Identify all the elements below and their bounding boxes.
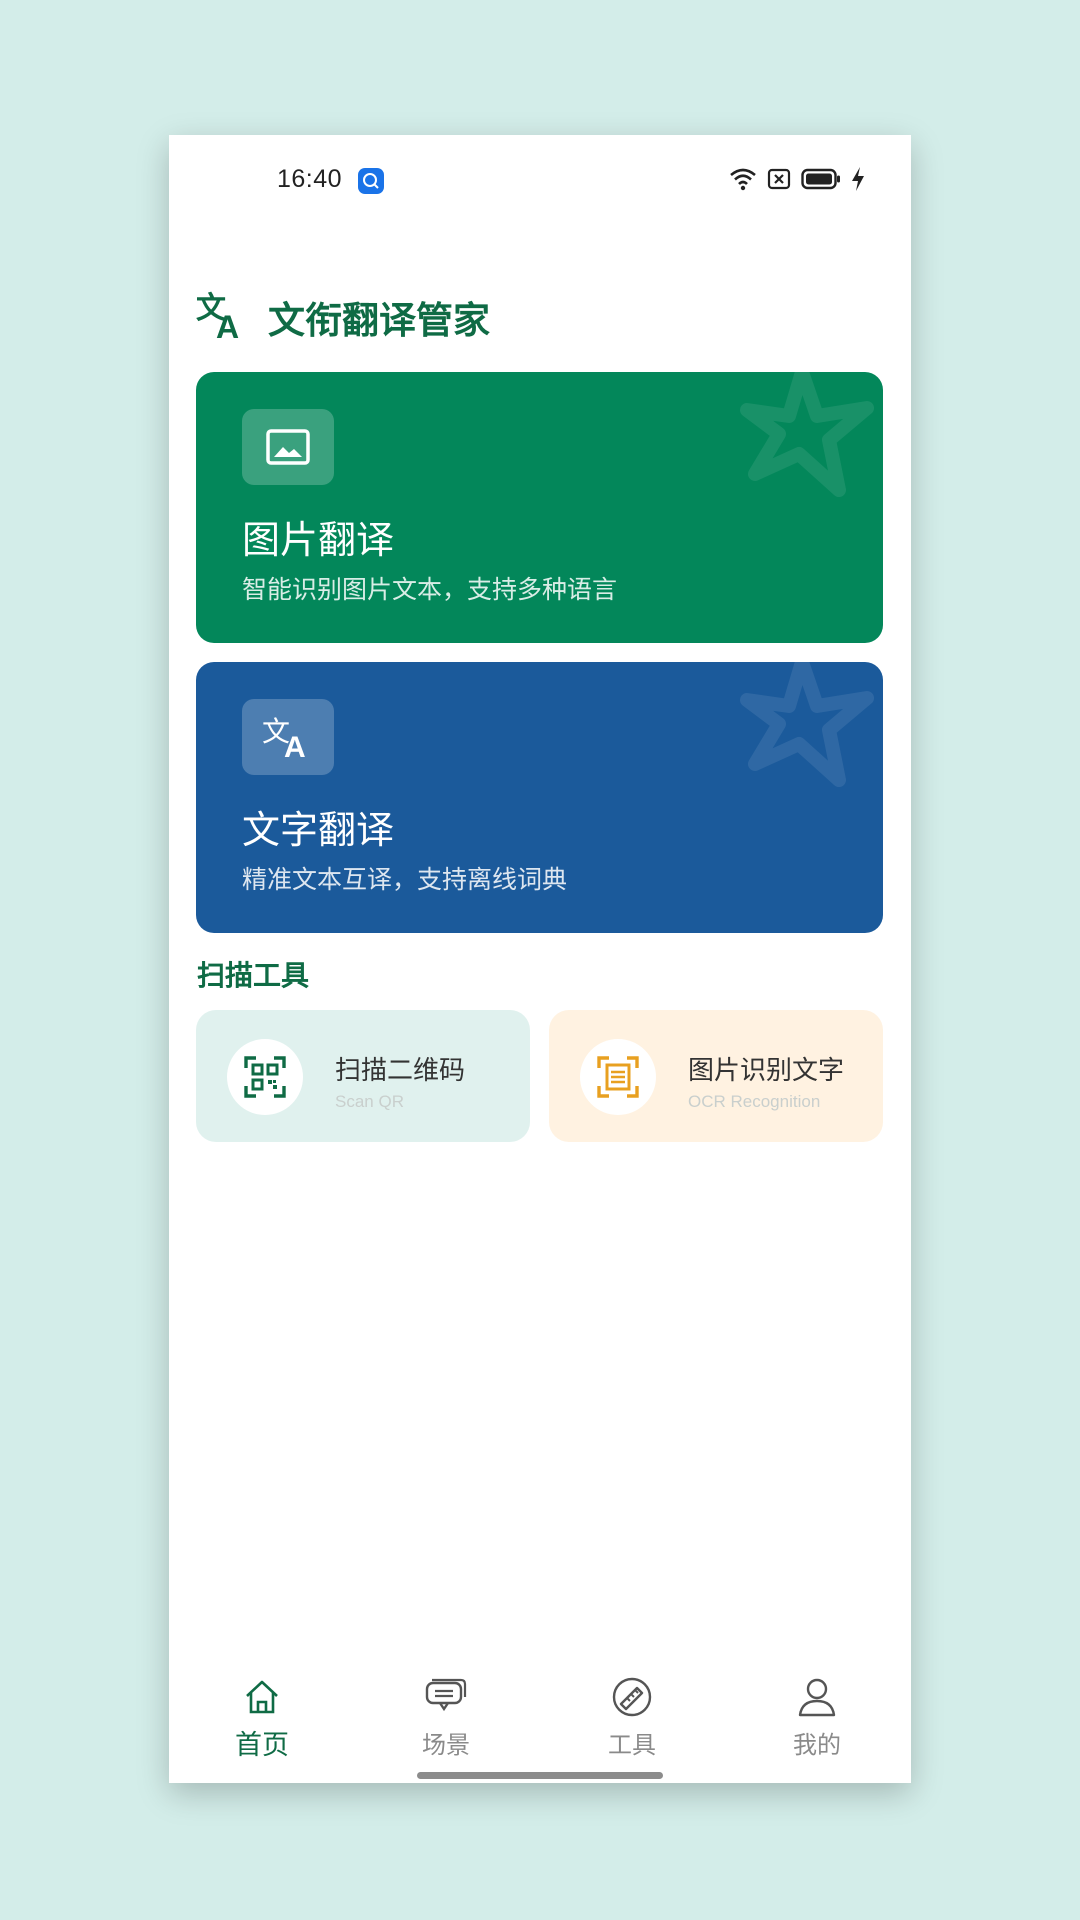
nav-item-scenes[interactable]: 场景 <box>386 1675 506 1765</box>
nav-item-mine[interactable]: 我的 <box>757 1675 877 1765</box>
nav-label: 我的 <box>793 1731 841 1759</box>
svg-text:A: A <box>216 309 239 340</box>
nav-label: 工具 <box>608 1731 656 1759</box>
scan-qr-tool[interactable]: 扫描二维码 Scan QR <box>196 1010 530 1142</box>
status-icons <box>729 167 865 195</box>
text-translate-card[interactable]: 文 A 文字翻译 精准文本互译，支持离线词典 <box>196 662 883 933</box>
wifi-icon <box>729 167 757 195</box>
star-decoration-icon <box>740 372 874 497</box>
translate-icon: 文 A <box>196 290 248 345</box>
ocr-scan-icon <box>580 1039 656 1115</box>
ocr-tool[interactable]: 图片识别文字 OCR Recognition <box>549 1010 883 1142</box>
status-time: 16:40 <box>277 165 343 193</box>
star-decoration-icon <box>740 662 874 787</box>
card-title: 图片翻译 <box>242 518 395 562</box>
image-icon <box>242 409 334 485</box>
bottom-nav: 首页 场景 工具 我的 <box>169 1675 911 1783</box>
qr-scan-icon <box>227 1039 303 1115</box>
image-translate-card[interactable]: 图片翻译 智能识别图片文本，支持多种语言 <box>196 372 883 643</box>
phone-screen: 16:40 文 A 文衔翻译管家 图片翻译 智能识别图片文本，支持多种语言 文 … <box>169 135 911 1783</box>
status-bar: 16:40 <box>169 135 911 227</box>
tool-title: 图片识别文字 <box>688 1056 845 1086</box>
card-subtitle: 智能识别图片文本，支持多种语言 <box>242 575 618 604</box>
svg-text:A: A <box>284 731 306 761</box>
translate-icon: 文 A <box>242 699 334 775</box>
tool-title: 扫描二维码 <box>335 1056 466 1086</box>
nav-label: 首页 <box>235 1730 289 1761</box>
card-subtitle: 精准文本互译，支持离线词典 <box>242 865 568 894</box>
battery-icon <box>801 168 841 194</box>
person-icon <box>797 1675 837 1719</box>
charging-icon <box>851 167 865 195</box>
sim-off-icon <box>767 168 791 194</box>
section-title-scan-tools: 扫描工具 <box>197 959 310 992</box>
tool-subtitle: OCR Recognition <box>688 1092 821 1111</box>
nav-item-tools[interactable]: 工具 <box>572 1675 692 1765</box>
home-indicator[interactable] <box>417 1772 663 1779</box>
nav-label: 场景 <box>422 1731 470 1759</box>
app-notification-icon <box>358 168 384 194</box>
home-icon <box>242 1675 282 1719</box>
app-title: 文衔翻译管家 <box>268 299 490 342</box>
app-header: 文 A 文衔翻译管家 <box>196 287 490 347</box>
ruler-pencil-icon <box>611 1675 653 1719</box>
chat-bubbles-icon <box>424 1675 468 1719</box>
card-title: 文字翻译 <box>242 808 395 852</box>
tool-subtitle: Scan QR <box>335 1092 404 1111</box>
nav-item-home[interactable]: 首页 <box>202 1675 322 1765</box>
